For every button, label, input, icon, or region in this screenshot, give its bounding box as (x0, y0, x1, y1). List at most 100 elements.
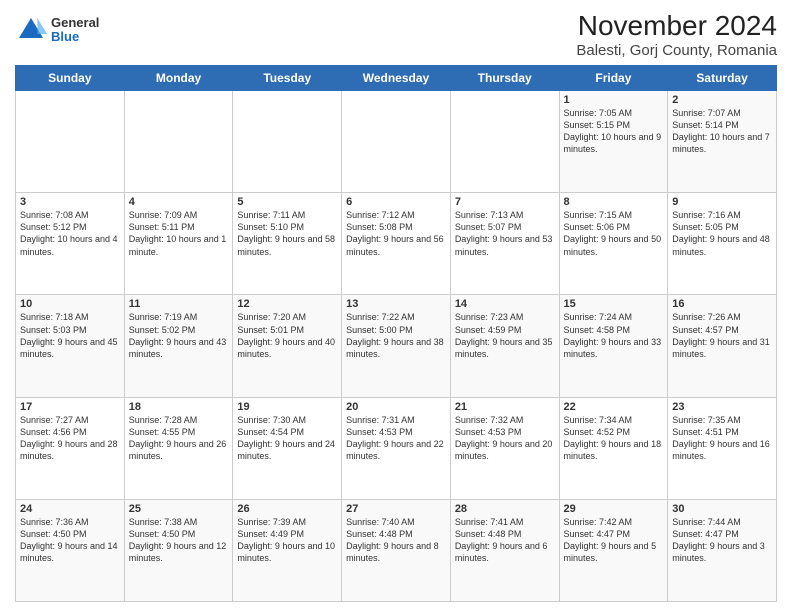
day-number: 3 (20, 196, 120, 208)
weekday-header: Thursday (450, 66, 559, 91)
calendar-cell: 8Sunrise: 7:15 AM Sunset: 5:06 PM Daylig… (559, 193, 668, 295)
calendar-cell: 20Sunrise: 7:31 AM Sunset: 4:53 PM Dayli… (342, 397, 451, 499)
weekday-header: Wednesday (342, 66, 451, 91)
calendar-cell: 7Sunrise: 7:13 AM Sunset: 5:07 PM Daylig… (450, 193, 559, 295)
calendar-cell (233, 91, 342, 193)
day-info: Sunrise: 7:32 AM Sunset: 4:53 PM Dayligh… (455, 414, 555, 463)
calendar-cell: 26Sunrise: 7:39 AM Sunset: 4:49 PM Dayli… (233, 499, 342, 601)
calendar-cell: 27Sunrise: 7:40 AM Sunset: 4:48 PM Dayli… (342, 499, 451, 601)
day-number: 22 (564, 401, 664, 413)
day-info: Sunrise: 7:28 AM Sunset: 4:55 PM Dayligh… (129, 414, 229, 463)
header: General Blue November 2024 Balesti, Gorj… (15, 10, 777, 59)
day-info: Sunrise: 7:15 AM Sunset: 5:06 PM Dayligh… (564, 209, 664, 258)
calendar-cell: 11Sunrise: 7:19 AM Sunset: 5:02 PM Dayli… (124, 295, 233, 397)
calendar-cell (16, 91, 125, 193)
day-info: Sunrise: 7:23 AM Sunset: 4:59 PM Dayligh… (455, 311, 555, 360)
calendar-cell: 10Sunrise: 7:18 AM Sunset: 5:03 PM Dayli… (16, 295, 125, 397)
calendar-cell: 24Sunrise: 7:36 AM Sunset: 4:50 PM Dayli… (16, 499, 125, 601)
day-number: 10 (20, 298, 120, 310)
calendar-cell: 5Sunrise: 7:11 AM Sunset: 5:10 PM Daylig… (233, 193, 342, 295)
calendar-cell: 25Sunrise: 7:38 AM Sunset: 4:50 PM Dayli… (124, 499, 233, 601)
day-number: 29 (564, 503, 664, 515)
calendar-cell: 9Sunrise: 7:16 AM Sunset: 5:05 PM Daylig… (668, 193, 777, 295)
calendar-cell: 29Sunrise: 7:42 AM Sunset: 4:47 PM Dayli… (559, 499, 668, 601)
calendar-cell (342, 91, 451, 193)
day-info: Sunrise: 7:42 AM Sunset: 4:47 PM Dayligh… (564, 516, 664, 565)
calendar-cell: 18Sunrise: 7:28 AM Sunset: 4:55 PM Dayli… (124, 397, 233, 499)
day-number: 5 (237, 196, 337, 208)
weekday-header: Saturday (668, 66, 777, 91)
day-number: 19 (237, 401, 337, 413)
calendar-cell: 22Sunrise: 7:34 AM Sunset: 4:52 PM Dayli… (559, 397, 668, 499)
day-info: Sunrise: 7:13 AM Sunset: 5:07 PM Dayligh… (455, 209, 555, 258)
day-info: Sunrise: 7:34 AM Sunset: 4:52 PM Dayligh… (564, 414, 664, 463)
day-info: Sunrise: 7:24 AM Sunset: 4:58 PM Dayligh… (564, 311, 664, 360)
day-info: Sunrise: 7:31 AM Sunset: 4:53 PM Dayligh… (346, 414, 446, 463)
day-number: 25 (129, 503, 229, 515)
calendar-cell: 30Sunrise: 7:44 AM Sunset: 4:47 PM Dayli… (668, 499, 777, 601)
calendar-cell: 2Sunrise: 7:07 AM Sunset: 5:14 PM Daylig… (668, 91, 777, 193)
calendar-body: 1Sunrise: 7:05 AM Sunset: 5:15 PM Daylig… (16, 91, 777, 602)
calendar-cell: 15Sunrise: 7:24 AM Sunset: 4:58 PM Dayli… (559, 295, 668, 397)
day-info: Sunrise: 7:35 AM Sunset: 4:51 PM Dayligh… (672, 414, 772, 463)
calendar-cell: 12Sunrise: 7:20 AM Sunset: 5:01 PM Dayli… (233, 295, 342, 397)
day-number: 6 (346, 196, 446, 208)
calendar-cell (450, 91, 559, 193)
day-number: 15 (564, 298, 664, 310)
day-info: Sunrise: 7:41 AM Sunset: 4:48 PM Dayligh… (455, 516, 555, 565)
calendar-row: 1Sunrise: 7:05 AM Sunset: 5:15 PM Daylig… (16, 91, 777, 193)
day-info: Sunrise: 7:40 AM Sunset: 4:48 PM Dayligh… (346, 516, 446, 565)
weekday-header: Monday (124, 66, 233, 91)
logo-blue: Blue (51, 30, 99, 44)
day-number: 16 (672, 298, 772, 310)
day-number: 28 (455, 503, 555, 515)
calendar-cell: 17Sunrise: 7:27 AM Sunset: 4:56 PM Dayli… (16, 397, 125, 499)
calendar-table: SundayMondayTuesdayWednesdayThursdayFrid… (15, 65, 777, 602)
day-info: Sunrise: 7:05 AM Sunset: 5:15 PM Dayligh… (564, 107, 664, 156)
calendar-cell: 1Sunrise: 7:05 AM Sunset: 5:15 PM Daylig… (559, 91, 668, 193)
day-info: Sunrise: 7:26 AM Sunset: 4:57 PM Dayligh… (672, 311, 772, 360)
day-number: 1 (564, 94, 664, 106)
day-info: Sunrise: 7:12 AM Sunset: 5:08 PM Dayligh… (346, 209, 446, 258)
day-number: 26 (237, 503, 337, 515)
day-info: Sunrise: 7:18 AM Sunset: 5:03 PM Dayligh… (20, 311, 120, 360)
day-info: Sunrise: 7:19 AM Sunset: 5:02 PM Dayligh… (129, 311, 229, 360)
day-number: 24 (20, 503, 120, 515)
day-info: Sunrise: 7:11 AM Sunset: 5:10 PM Dayligh… (237, 209, 337, 258)
day-info: Sunrise: 7:38 AM Sunset: 4:50 PM Dayligh… (129, 516, 229, 565)
calendar-row: 24Sunrise: 7:36 AM Sunset: 4:50 PM Dayli… (16, 499, 777, 601)
calendar-cell: 23Sunrise: 7:35 AM Sunset: 4:51 PM Dayli… (668, 397, 777, 499)
calendar-header: SundayMondayTuesdayWednesdayThursdayFrid… (16, 66, 777, 91)
day-number: 13 (346, 298, 446, 310)
weekday-row: SundayMondayTuesdayWednesdayThursdayFrid… (16, 66, 777, 91)
day-info: Sunrise: 7:44 AM Sunset: 4:47 PM Dayligh… (672, 516, 772, 565)
calendar-cell: 13Sunrise: 7:22 AM Sunset: 5:00 PM Dayli… (342, 295, 451, 397)
day-number: 18 (129, 401, 229, 413)
page-title: November 2024 (576, 10, 777, 42)
day-number: 9 (672, 196, 772, 208)
weekday-header: Tuesday (233, 66, 342, 91)
calendar-cell: 6Sunrise: 7:12 AM Sunset: 5:08 PM Daylig… (342, 193, 451, 295)
day-number: 20 (346, 401, 446, 413)
weekday-header: Friday (559, 66, 668, 91)
calendar-row: 17Sunrise: 7:27 AM Sunset: 4:56 PM Dayli… (16, 397, 777, 499)
calendar-row: 10Sunrise: 7:18 AM Sunset: 5:03 PM Dayli… (16, 295, 777, 397)
calendar-cell: 14Sunrise: 7:23 AM Sunset: 4:59 PM Dayli… (450, 295, 559, 397)
day-number: 7 (455, 196, 555, 208)
day-number: 17 (20, 401, 120, 413)
calendar-cell: 28Sunrise: 7:41 AM Sunset: 4:48 PM Dayli… (450, 499, 559, 601)
day-number: 14 (455, 298, 555, 310)
page: General Blue November 2024 Balesti, Gorj… (0, 0, 792, 612)
logo-icon (15, 14, 47, 46)
calendar-cell: 3Sunrise: 7:08 AM Sunset: 5:12 PM Daylig… (16, 193, 125, 295)
logo: General Blue (15, 14, 99, 46)
page-subtitle: Balesti, Gorj County, Romania (576, 42, 777, 59)
day-info: Sunrise: 7:20 AM Sunset: 5:01 PM Dayligh… (237, 311, 337, 360)
day-info: Sunrise: 7:27 AM Sunset: 4:56 PM Dayligh… (20, 414, 120, 463)
day-number: 23 (672, 401, 772, 413)
day-number: 11 (129, 298, 229, 310)
day-info: Sunrise: 7:09 AM Sunset: 5:11 PM Dayligh… (129, 209, 229, 258)
day-info: Sunrise: 7:22 AM Sunset: 5:00 PM Dayligh… (346, 311, 446, 360)
day-number: 2 (672, 94, 772, 106)
calendar-cell: 21Sunrise: 7:32 AM Sunset: 4:53 PM Dayli… (450, 397, 559, 499)
